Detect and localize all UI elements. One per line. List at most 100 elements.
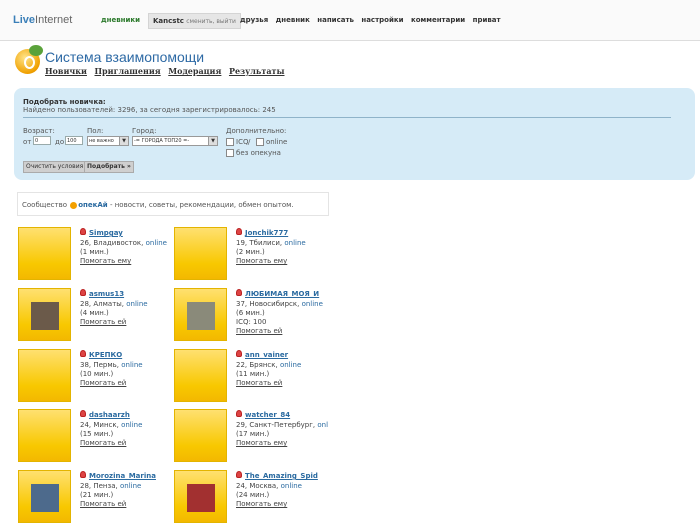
online-status-link[interactable]: online xyxy=(120,482,141,490)
menu-diary[interactable]: дневник xyxy=(276,16,310,24)
user-photo[interactable] xyxy=(187,302,215,330)
help-user-link[interactable]: Помогать ему xyxy=(236,257,287,265)
nav-diaries-link[interactable]: дневники xyxy=(101,16,140,24)
user-name-link[interactable]: КРЕПКО xyxy=(89,351,122,359)
user-name-link[interactable]: ann_vainer xyxy=(245,351,288,359)
user-info: 28, Пенза, xyxy=(80,482,118,490)
community-link[interactable]: опекАй xyxy=(78,201,107,209)
menu-write[interactable]: написать xyxy=(317,16,354,24)
online-status-link[interactable]: online xyxy=(121,421,142,429)
user-gender-icon xyxy=(236,289,242,296)
liveinternet-logo[interactable]: LiveInternet xyxy=(13,14,72,26)
online-status-link[interactable]: online xyxy=(284,239,305,247)
online-status-link[interactable]: online xyxy=(280,361,301,369)
avatar[interactable] xyxy=(174,227,227,280)
slash-separator: / xyxy=(248,138,251,146)
user-info: 28, Алматы, xyxy=(80,300,125,308)
user-info: 29, Санкт-Петербург, xyxy=(236,421,316,429)
user-photo[interactable] xyxy=(187,484,215,512)
extra-label: Дополнительно: xyxy=(226,127,287,135)
community-icon xyxy=(70,201,78,209)
user-name-link[interactable]: watcher_84 xyxy=(245,411,290,419)
nav-results[interactable]: Результаты xyxy=(229,66,285,76)
menu-private[interactable]: приват xyxy=(473,16,501,24)
avatar[interactable] xyxy=(18,470,71,523)
nav-newbies[interactable]: Новички xyxy=(45,66,87,76)
help-user-link[interactable]: Помогать ему xyxy=(236,500,287,508)
user-gender-icon xyxy=(236,471,242,478)
user-info: 26, Владивосток, xyxy=(80,239,144,247)
age-from-input[interactable]: 0 xyxy=(33,136,51,145)
avatar[interactable] xyxy=(18,349,71,402)
help-user-link[interactable]: Помогать ей xyxy=(236,379,282,387)
help-user-link[interactable]: Помогать ей xyxy=(80,500,126,508)
avatar[interactable] xyxy=(18,409,71,462)
nav-moderation[interactable]: Модерация xyxy=(168,66,221,76)
user-name-link[interactable]: Jonchik777 xyxy=(245,229,288,237)
last-seen: (17 мин.) xyxy=(236,430,270,438)
user-gender-icon xyxy=(236,410,242,417)
user-card: watcher_84 29, Санкт-Петербург, onl (17 ми… xyxy=(174,409,328,464)
user-name-link[interactable]: ЛЮБИМАЯ_МОЯ_И xyxy=(245,290,319,298)
user-actions-link[interactable]: сменить, выйти xyxy=(186,18,236,25)
avatar[interactable] xyxy=(174,409,227,462)
avatar[interactable] xyxy=(18,288,71,341)
user-name-link[interactable]: Simpgay xyxy=(89,229,123,237)
user-gender-icon xyxy=(80,289,86,296)
online-status-link[interactable]: online xyxy=(146,239,167,247)
last-seen: (2 мин.) xyxy=(236,248,265,256)
search-title: Подобрать новичка: xyxy=(23,98,106,106)
username-link[interactable]: Kancstc xyxy=(153,17,184,25)
clear-conditions-button[interactable]: Очистить условия xyxy=(23,161,87,173)
last-seen: (21 мин.) xyxy=(80,491,114,499)
age-to-label: до xyxy=(55,138,65,146)
no-guardian-label: без опекуна xyxy=(236,149,281,157)
search-panel: Подобрать новичка: Найдено пользователей… xyxy=(14,88,695,180)
submit-button[interactable]: Подобрать » xyxy=(84,161,134,173)
user-name-link[interactable]: The_Amazing_Spid xyxy=(245,472,318,480)
avatar[interactable] xyxy=(174,470,227,523)
user-photo[interactable] xyxy=(31,484,59,512)
no-guardian-checkbox[interactable] xyxy=(226,149,234,157)
avatar[interactable] xyxy=(174,349,227,402)
avatar[interactable] xyxy=(174,288,227,341)
chevron-down-icon: ▼ xyxy=(119,137,128,145)
help-user-link[interactable]: Помогать ей xyxy=(80,318,126,326)
search-stats: Найдено пользователей: 3296, за сегодня … xyxy=(23,106,276,114)
menu-settings[interactable]: настройки xyxy=(361,16,403,24)
age-to-input[interactable]: 100 xyxy=(65,136,83,145)
city-select[interactable]: -= ГОРОДА ТОП20 =- ▼ xyxy=(132,136,218,146)
help-user-link[interactable]: Помогать ему xyxy=(80,257,131,265)
help-user-link[interactable]: Помогать ему xyxy=(236,439,287,447)
age-label: Возраст: xyxy=(23,127,55,135)
page-title: Система взаимопомощи xyxy=(45,49,205,65)
sex-select[interactable]: не важно ▼ xyxy=(87,136,129,146)
nav-invitations[interactable]: Приглашения xyxy=(95,66,161,76)
online-status-link[interactable]: online xyxy=(126,300,147,308)
user-card: ann_vainer 22, Брянск, online (11 мин.) Пом… xyxy=(174,349,324,404)
user-gender-icon xyxy=(80,410,86,417)
help-system-icon xyxy=(15,45,43,74)
online-checkbox[interactable] xyxy=(256,138,264,146)
user-name-link[interactable]: asmus13 xyxy=(89,290,124,298)
avatar[interactable] xyxy=(18,227,71,280)
user-name-link[interactable]: Morozina_Marina xyxy=(89,472,156,480)
user-info: 24, Москва, xyxy=(236,482,279,490)
menu-friends[interactable]: друзья xyxy=(240,16,268,24)
online-status-link[interactable]: online xyxy=(302,300,323,308)
user-gender-icon xyxy=(236,350,242,357)
user-photo[interactable] xyxy=(31,302,59,330)
user-card: ЛЮБИМАЯ_МОЯ_И 37, Новосибирск, online (6 м… xyxy=(174,288,324,343)
user-name-link[interactable]: dashaarzh xyxy=(89,411,130,419)
icq-checkbox[interactable] xyxy=(226,138,234,146)
user-info: 38, Пермь, xyxy=(80,361,120,369)
help-user-link[interactable]: Помогать ей xyxy=(80,379,126,387)
help-user-link[interactable]: Помогать ей xyxy=(80,439,126,447)
online-status-link[interactable]: online xyxy=(121,361,142,369)
user-box: Kancstc сменить, выйти xyxy=(148,13,241,29)
online-status-link[interactable]: online xyxy=(281,482,302,490)
help-user-link[interactable]: Помогать ей xyxy=(236,327,282,335)
user-card: Jonchik777 19, Тбилиси, online (2 мин.) Пом… xyxy=(174,227,324,282)
menu-comments[interactable]: комментарии xyxy=(411,16,465,24)
online-status-link[interactable]: onl xyxy=(317,421,328,429)
